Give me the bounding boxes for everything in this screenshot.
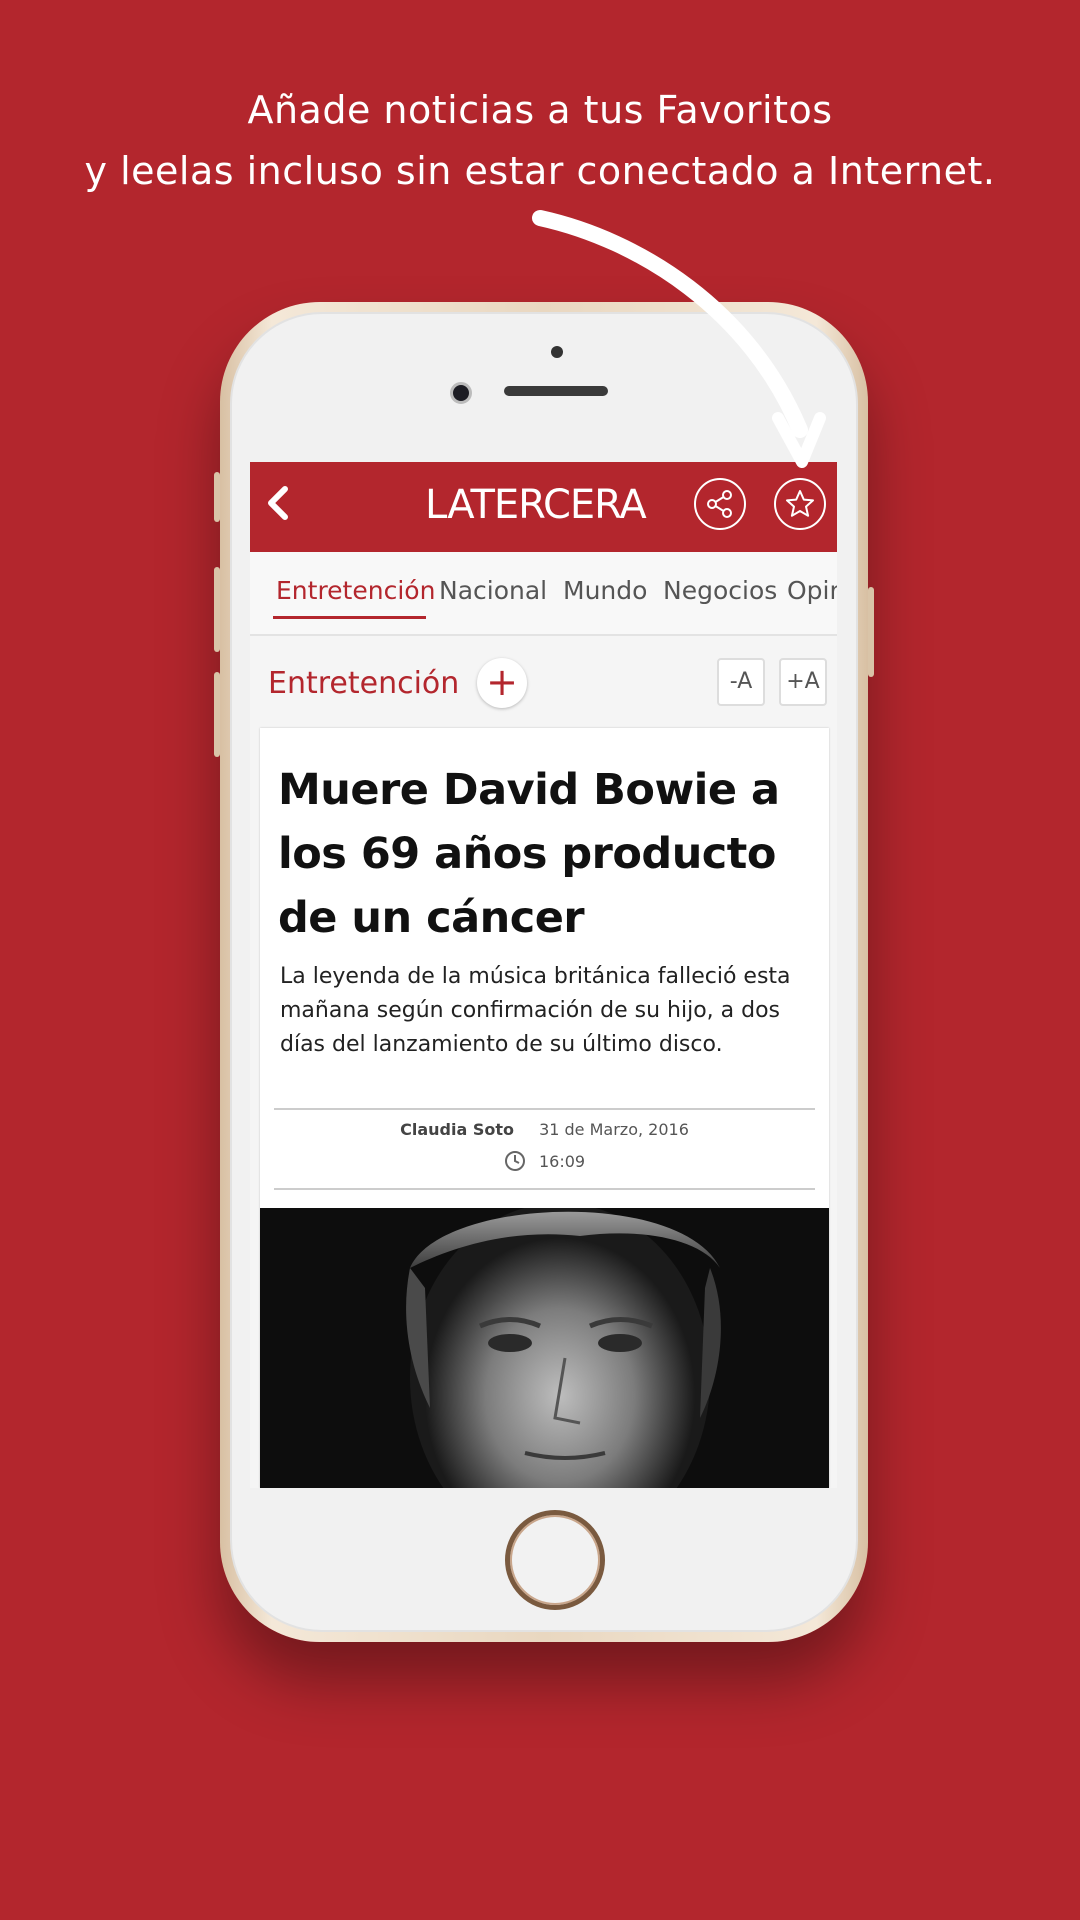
- category-tabs: Entretención Nacional Mundo Negocios Opi…: [250, 552, 837, 636]
- back-button[interactable]: [258, 478, 298, 528]
- article-headline: Muere David Bowie a los 69 años producto…: [278, 765, 780, 943]
- chevron-left-icon: [268, 486, 288, 520]
- promo-caption: Añade noticias a tus Favoritos y leelas …: [0, 80, 1080, 202]
- divider: [274, 1108, 815, 1110]
- app-screen: LATERCERA Entretención Nacional Mundo Ne…: [250, 462, 837, 1488]
- favorite-button[interactable]: [774, 478, 826, 530]
- follow-section-button[interactable]: +: [477, 658, 527, 708]
- app-logo: LATERCERA: [425, 482, 647, 528]
- share-button[interactable]: [694, 478, 746, 530]
- mute-switch: [214, 472, 220, 522]
- power-button: [868, 587, 874, 677]
- tab-opinion[interactable]: Opin: [787, 576, 837, 605]
- star-icon: [786, 490, 814, 517]
- article-author: Claudia Soto: [400, 1120, 514, 1139]
- tab-entretencion[interactable]: Entretención: [276, 576, 435, 605]
- decrease-font-button[interactable]: -A: [717, 658, 765, 706]
- promo-line-2: y leelas incluso sin estar conectado a I…: [84, 149, 996, 193]
- portrait-image: [260, 1208, 829, 1488]
- article-summary: La leyenda de la música británica fallec…: [280, 964, 791, 1057]
- volume-down-button: [214, 672, 220, 757]
- article-photo[interactable]: [260, 1208, 829, 1488]
- divider: [274, 1188, 815, 1190]
- article-time-row: 16:09: [260, 1150, 829, 1172]
- tab-nacional[interactable]: Nacional: [439, 576, 547, 605]
- promo-line-1: Añade noticias a tus Favoritos: [247, 88, 833, 132]
- article-byline: Claudia Soto 31 de Marzo, 2016: [260, 1120, 829, 1139]
- active-tab-indicator: [273, 616, 426, 619]
- article-card: Muere David Bowie a los 69 años producto…: [260, 728, 829, 1488]
- volume-up-button: [214, 567, 220, 652]
- tab-mundo[interactable]: Mundo: [563, 576, 647, 605]
- article-date: 31 de Marzo, 2016: [539, 1120, 689, 1139]
- home-button[interactable]: [505, 1510, 605, 1610]
- section-bar: Entretención + -A +A: [250, 636, 837, 726]
- article-time: 16:09: [538, 1152, 586, 1171]
- section-title: Entretención: [268, 666, 460, 701]
- share-icon: [707, 490, 732, 518]
- clock-icon: [504, 1151, 525, 1171]
- front-camera: [450, 382, 472, 404]
- tab-negocios[interactable]: Negocios: [663, 576, 777, 605]
- increase-font-button[interactable]: +A: [779, 658, 827, 706]
- pointer-arrow-icon: [532, 210, 826, 468]
